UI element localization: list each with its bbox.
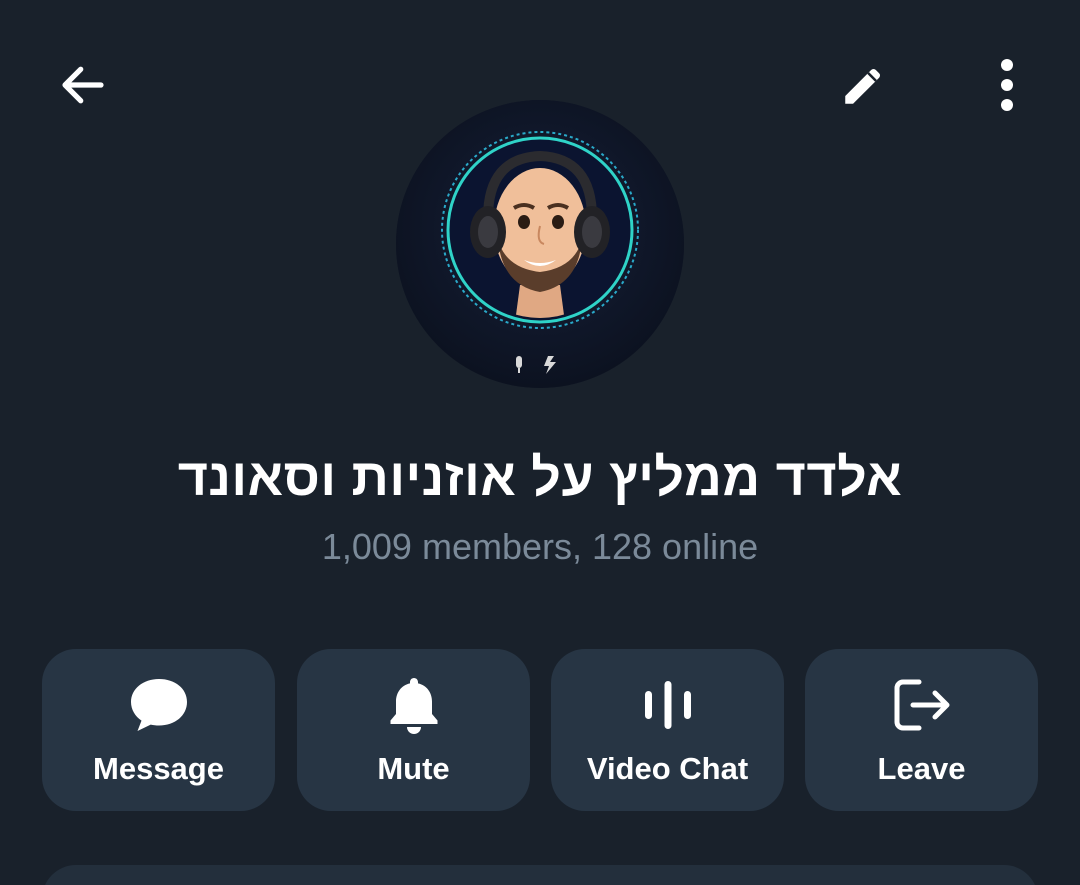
pencil-icon: [845, 68, 881, 104]
leave-icon: [894, 679, 949, 731]
mute-button[interactable]: Mute: [297, 649, 530, 811]
video-chat-button[interactable]: Video Chat: [551, 649, 784, 811]
group-profile-screen: אלדד ממליץ על אוזניות וסאונד 1,009 membe…: [0, 0, 1080, 885]
message-label: Message: [93, 751, 224, 786]
group-avatar-image: [396, 100, 684, 388]
more-vertical-icon: [1001, 59, 1013, 111]
voice-chat-icon: [644, 681, 691, 729]
message-button[interactable]: Message: [42, 649, 275, 811]
video-chat-label: Video Chat: [586, 751, 749, 786]
edit-button[interactable]: [829, 50, 899, 120]
more-options-button[interactable]: [972, 50, 1042, 120]
bell-icon: [390, 678, 437, 734]
action-bar: Message Mute Video Chat Leave: [42, 649, 1038, 811]
group-title: אלדד ממליץ על אוזניות וסאונד: [177, 449, 903, 507]
arrow-left-icon: [62, 66, 104, 104]
group-member-count: 1,009 members, 128 online: [321, 526, 759, 567]
chat-bubble-icon: [130, 679, 187, 731]
info-card: [42, 865, 1038, 885]
leave-label: Leave: [877, 751, 966, 786]
group-avatar[interactable]: [396, 100, 684, 388]
back-button[interactable]: [48, 50, 118, 120]
leave-button[interactable]: Leave: [805, 649, 1038, 811]
mute-label: Mute: [377, 751, 450, 786]
